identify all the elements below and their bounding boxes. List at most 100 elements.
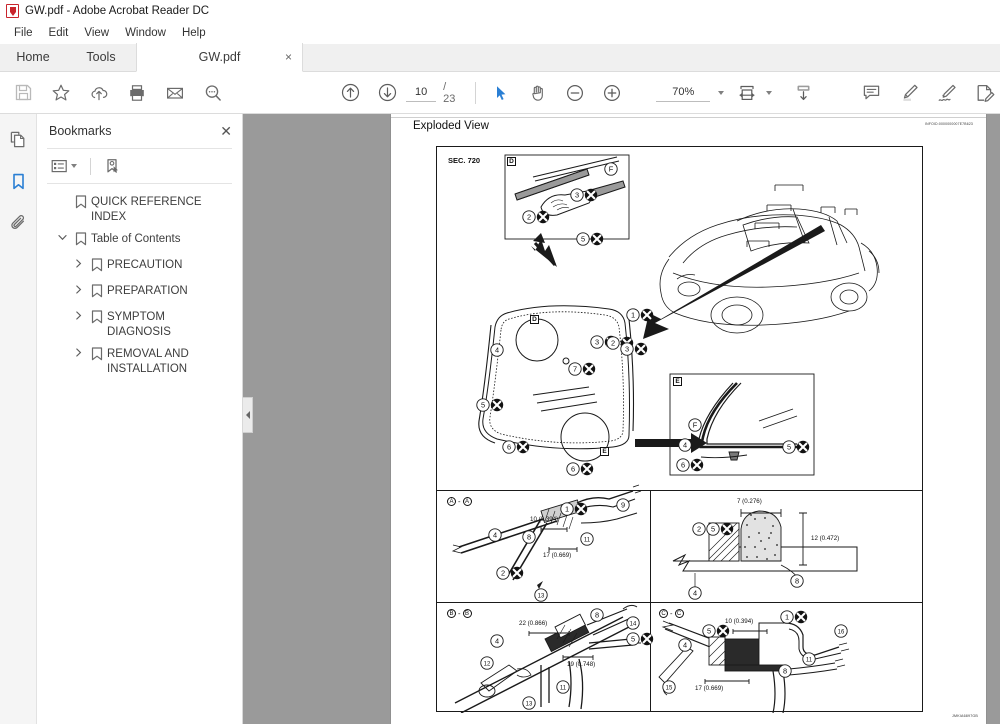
twisty-collapsed-icon[interactable] [69, 255, 87, 268]
twisty-expanded-icon[interactable] [53, 229, 71, 242]
bookmark-item-quick-reference-index[interactable]: QUICK REFERENCE INDEX [37, 190, 242, 227]
svg-text:F: F [609, 165, 614, 174]
add-comment-button[interactable] [852, 74, 890, 112]
svg-text:2: 2 [697, 525, 701, 534]
callout-8: 8 [790, 574, 804, 588]
svg-text:16: 16 [838, 630, 845, 636]
menu-window[interactable]: Window [117, 25, 174, 41]
title-bar: GW.pdf - Adobe Acrobat Reader DC [0, 0, 1000, 22]
dimension-c-c-2: 17 (0.669) [695, 685, 724, 692]
collapse-panel-button[interactable] [243, 397, 253, 433]
hand-tool-button[interactable] [519, 74, 556, 112]
callout-4: 4 [488, 528, 502, 542]
callout-8: 8 [778, 664, 792, 678]
current-page-input[interactable] [406, 83, 437, 102]
menu-view[interactable]: View [76, 25, 117, 41]
zoom-out-button[interactable] [556, 74, 593, 112]
twisty-collapsed-icon[interactable] [69, 307, 87, 320]
collapse-panel-arrow-icon [245, 411, 250, 419]
callout-12: 12 [480, 656, 494, 670]
svg-text:4: 4 [683, 441, 687, 450]
bookmarks-list: QUICK REFERENCE INDEX Table of Contents … [37, 184, 242, 379]
bookmarks-panel: Bookmarks ✕ QUICK REFERENCE INDEX Table … [37, 114, 243, 724]
bookmark-options-button[interactable] [49, 154, 79, 178]
upload-cloud-button[interactable] [80, 74, 118, 112]
svg-text:5: 5 [481, 401, 485, 410]
tab-home[interactable]: Home [0, 43, 66, 71]
callout-8: 8 [590, 608, 604, 622]
zoom-level-input[interactable] [656, 83, 711, 102]
divider [90, 157, 91, 175]
bookmark-item-precaution[interactable]: PRECAUTION [37, 253, 242, 279]
infoid-code: INFOID:0000000007E7B623 [925, 122, 973, 126]
navigation-rail [0, 114, 37, 724]
callout-14: 14 [626, 616, 640, 630]
svg-text:4: 4 [683, 641, 687, 650]
svg-text:3: 3 [575, 191, 579, 200]
tab-strip: Home Tools GW.pdf × [0, 43, 1000, 72]
circle-letter-a: A [462, 497, 472, 506]
document-viewport[interactable]: Exploded View INFOID:0000000007E7B623 SE… [243, 114, 1000, 724]
bookmark-item-preparation[interactable]: PREPARATION [37, 279, 242, 305]
bookmarks-icon[interactable] [3, 166, 33, 196]
exploded-view-figure: SEC. 720 1 3 7 2 3 5 6 6 4 2 3 5 F F 4 6… [436, 146, 923, 713]
dimension-a-a-2: 17 (0.669) [543, 552, 572, 559]
svg-text:14: 14 [630, 622, 637, 628]
bookmark-item-removal-and-installation[interactable]: REMOVAL AND INSTALLATION [37, 342, 242, 379]
svg-text:7: 7 [573, 365, 577, 374]
twisty-collapsed-icon[interactable] [69, 281, 87, 294]
email-button[interactable] [156, 74, 194, 112]
find-button[interactable] [194, 74, 232, 112]
tab-tools[interactable]: Tools [66, 43, 136, 71]
svg-text:5: 5 [711, 525, 715, 534]
menu-file[interactable]: File [6, 25, 41, 41]
detail-label-e-box: E [673, 377, 682, 386]
callout-8: 8 [522, 530, 536, 544]
bookmark-icon [71, 192, 91, 209]
svg-text:4: 4 [493, 531, 497, 540]
circle-letter-b: B [462, 609, 472, 618]
previous-page-button[interactable] [332, 74, 369, 112]
menu-help[interactable]: Help [174, 25, 214, 41]
svg-text:6: 6 [507, 443, 511, 452]
page-thumbnails-icon[interactable] [3, 124, 33, 154]
svg-text:4: 4 [693, 589, 697, 598]
attachments-icon[interactable] [3, 208, 33, 238]
svg-text:2: 2 [501, 569, 505, 578]
circle-letter-c: C [674, 609, 684, 618]
svg-text:3: 3 [625, 345, 629, 354]
add-to-favorites-button[interactable] [42, 74, 80, 112]
select-tool-button[interactable] [482, 74, 519, 112]
bookmark-label: PRECAUTION [107, 259, 183, 271]
print-button[interactable] [118, 74, 156, 112]
new-bookmark-button[interactable] [102, 154, 123, 178]
fit-page-width-button[interactable] [732, 74, 762, 112]
fill-and-sign-button[interactable] [966, 74, 1000, 112]
callout-11: 11 [580, 532, 594, 546]
close-tab-button[interactable]: × [285, 51, 292, 63]
bookmark-icon [87, 344, 107, 361]
sign-document-button[interactable] [928, 74, 966, 112]
page-total-label: / 23 [443, 80, 456, 105]
svg-text:6: 6 [681, 461, 685, 470]
bookmark-item-symptom-diagnosis[interactable]: SYMPTOM DIAGNOSIS [37, 305, 242, 342]
menu-edit[interactable]: Edit [41, 25, 77, 41]
tab-document[interactable]: GW.pdf × [136, 43, 303, 72]
highlight-text-button[interactable] [890, 74, 928, 112]
bookmark-icon [87, 307, 107, 324]
page-scroll-mode-button[interactable] [784, 74, 822, 112]
bookmark-label: Table of Contents [91, 233, 181, 245]
next-page-button[interactable] [369, 74, 406, 112]
dimension-b-b-2: 19 (0.748) [567, 661, 596, 668]
svg-text:1: 1 [785, 613, 789, 622]
twisty-collapsed-icon[interactable] [69, 344, 87, 357]
fit-page-dropdown-button[interactable] [762, 81, 776, 105]
save-button[interactable] [4, 74, 42, 112]
zoom-in-button[interactable] [593, 74, 630, 112]
bookmark-item-table-of-contents[interactable]: Table of Contents [37, 227, 242, 253]
callout-F: F [688, 418, 702, 432]
svg-text:4: 4 [495, 637, 499, 646]
zoom-dropdown-button[interactable] [710, 81, 732, 105]
callout-3: 3 [620, 342, 648, 356]
close-bookmarks-panel-button[interactable]: ✕ [220, 124, 232, 138]
